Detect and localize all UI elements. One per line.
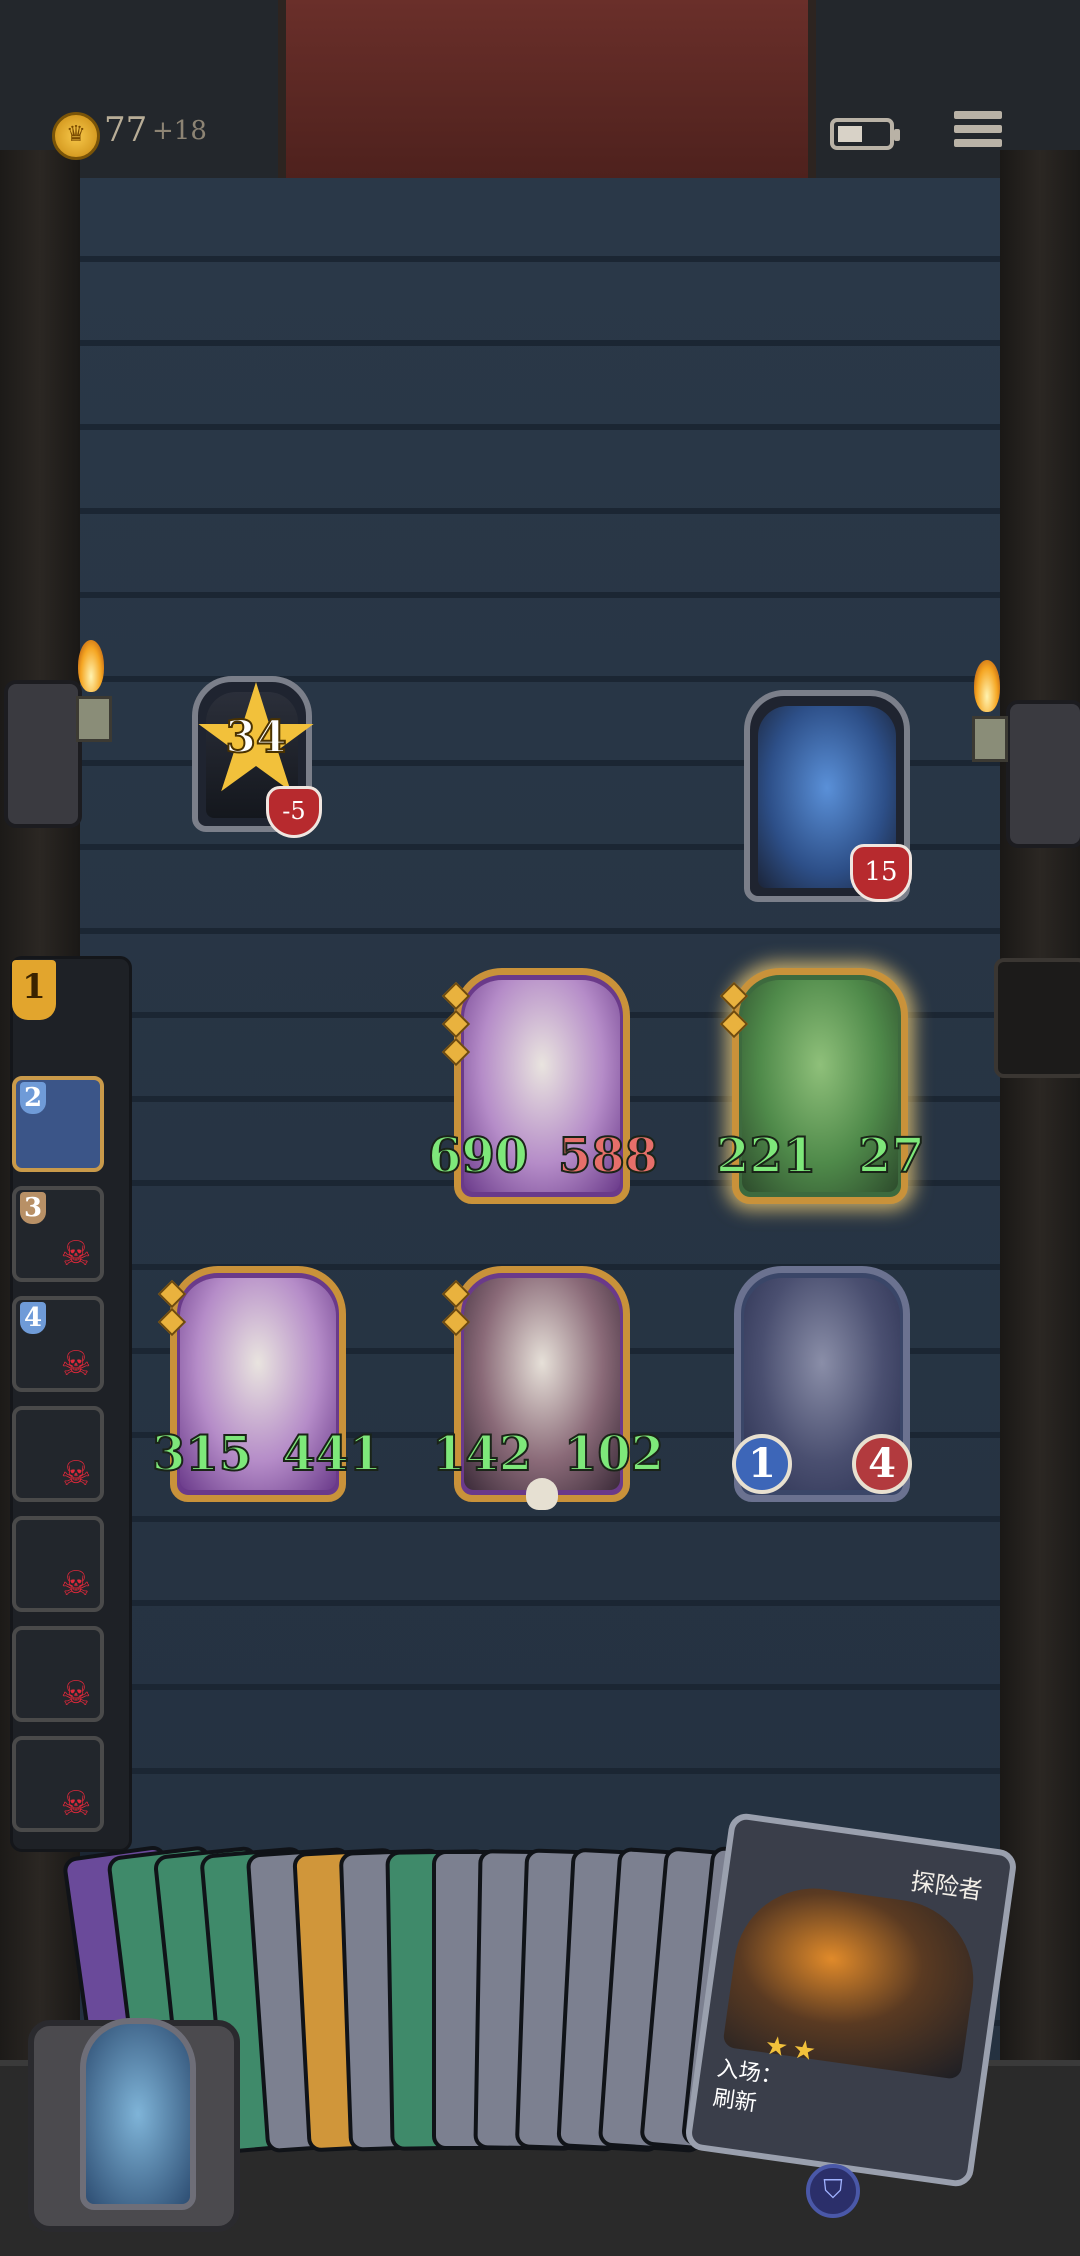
- attack-value: 221: [715, 1127, 817, 1185]
- rank-gems: [157, 1279, 187, 1340]
- featured-card-explorer[interactable]: 探险者 ★ ★ 入场： 刷新: [683, 1811, 1019, 2189]
- unit-card[interactable]: 690 588: [427, 968, 659, 1204]
- card-text: 入场： 刷新: [711, 2054, 785, 2123]
- right-pillar: [1000, 150, 1080, 2100]
- unit-card-selected[interactable]: 221 27: [715, 968, 926, 1204]
- health-value: 588: [557, 1127, 659, 1185]
- candle: [972, 716, 1008, 762]
- queue-number: 2: [20, 1082, 46, 1114]
- rank-gems: [441, 981, 471, 1070]
- torch-right: [964, 660, 1010, 810]
- dead-skull-icon: ☠: [60, 1564, 92, 1604]
- door-latch: [994, 958, 1080, 1078]
- game-board: ♛ 77 +18 34 -5 15 690 588 221 27 315 441…: [0, 0, 1080, 2256]
- current-turn-badge: 1: [12, 960, 56, 1020]
- star-icon: ★: [790, 2034, 818, 2068]
- battery-icon: [830, 118, 900, 150]
- dead-skull-icon: ☠: [60, 1784, 92, 1824]
- explorer-portrait: [722, 1878, 984, 2080]
- rank-gems: [719, 981, 749, 1042]
- card-title: 探险者: [909, 1867, 985, 1906]
- candle: [76, 696, 112, 742]
- dead-skull-icon: ☠: [60, 1674, 92, 1714]
- queue-slot[interactable]: ☠: [12, 1626, 104, 1722]
- dead-skull-icon: ☠: [60, 1454, 92, 1494]
- queue-slot[interactable]: ☠: [12, 1406, 104, 1502]
- spirit-deck-icon: [80, 2018, 196, 2210]
- unit-card[interactable]: 142 102: [431, 1266, 665, 1510]
- attack-value: 315: [151, 1425, 253, 1483]
- queue-slot[interactable]: 2: [12, 1076, 104, 1172]
- battery-fill: [838, 126, 862, 142]
- deck-pile[interactable]: [28, 2018, 240, 2232]
- menu-icon[interactable]: [954, 108, 1002, 152]
- red-curtain: [278, 0, 816, 178]
- flame-icon: [974, 660, 1000, 712]
- unit-card[interactable]: 315 441: [151, 1266, 383, 1502]
- gold-count: 77: [104, 110, 148, 150]
- health-value: 27: [857, 1127, 926, 1185]
- health-value: 441: [281, 1425, 383, 1483]
- wall-sconce-right: [1006, 700, 1080, 848]
- gold-delta: +18: [152, 116, 207, 146]
- health-value: 102: [563, 1425, 665, 1483]
- rank-gems: [441, 1279, 471, 1340]
- queue-slot[interactable]: 3 ☠: [12, 1186, 104, 1282]
- dead-skull-icon: ☠: [60, 1234, 92, 1274]
- unit-card[interactable]: 1 4: [732, 1266, 912, 1502]
- torch-left: [68, 640, 114, 790]
- crown-coin-icon: ♛: [52, 112, 100, 160]
- shield-icon[interactable]: ⛉: [806, 2164, 860, 2218]
- queue-number: 4: [20, 1302, 46, 1334]
- attack-value: 142: [431, 1425, 533, 1483]
- attack-value: 690: [427, 1127, 529, 1185]
- queue-slot[interactable]: ☠: [12, 1736, 104, 1832]
- attack-orb: 1: [732, 1434, 792, 1494]
- dead-skull-icon: ☠: [60, 1344, 92, 1384]
- health-orb: 4: [852, 1434, 912, 1494]
- flame-icon: [78, 640, 104, 692]
- queue-slot[interactable]: ☠: [12, 1516, 104, 1612]
- enemy-star-value: 34: [224, 711, 287, 764]
- queue-slot[interactable]: 4 ☠: [12, 1296, 104, 1392]
- skull-icon: [526, 1478, 558, 1510]
- enemy-heart-badge: 15: [850, 844, 912, 902]
- star-icon: ★: [762, 2030, 791, 2064]
- queue-number: 3: [20, 1192, 46, 1224]
